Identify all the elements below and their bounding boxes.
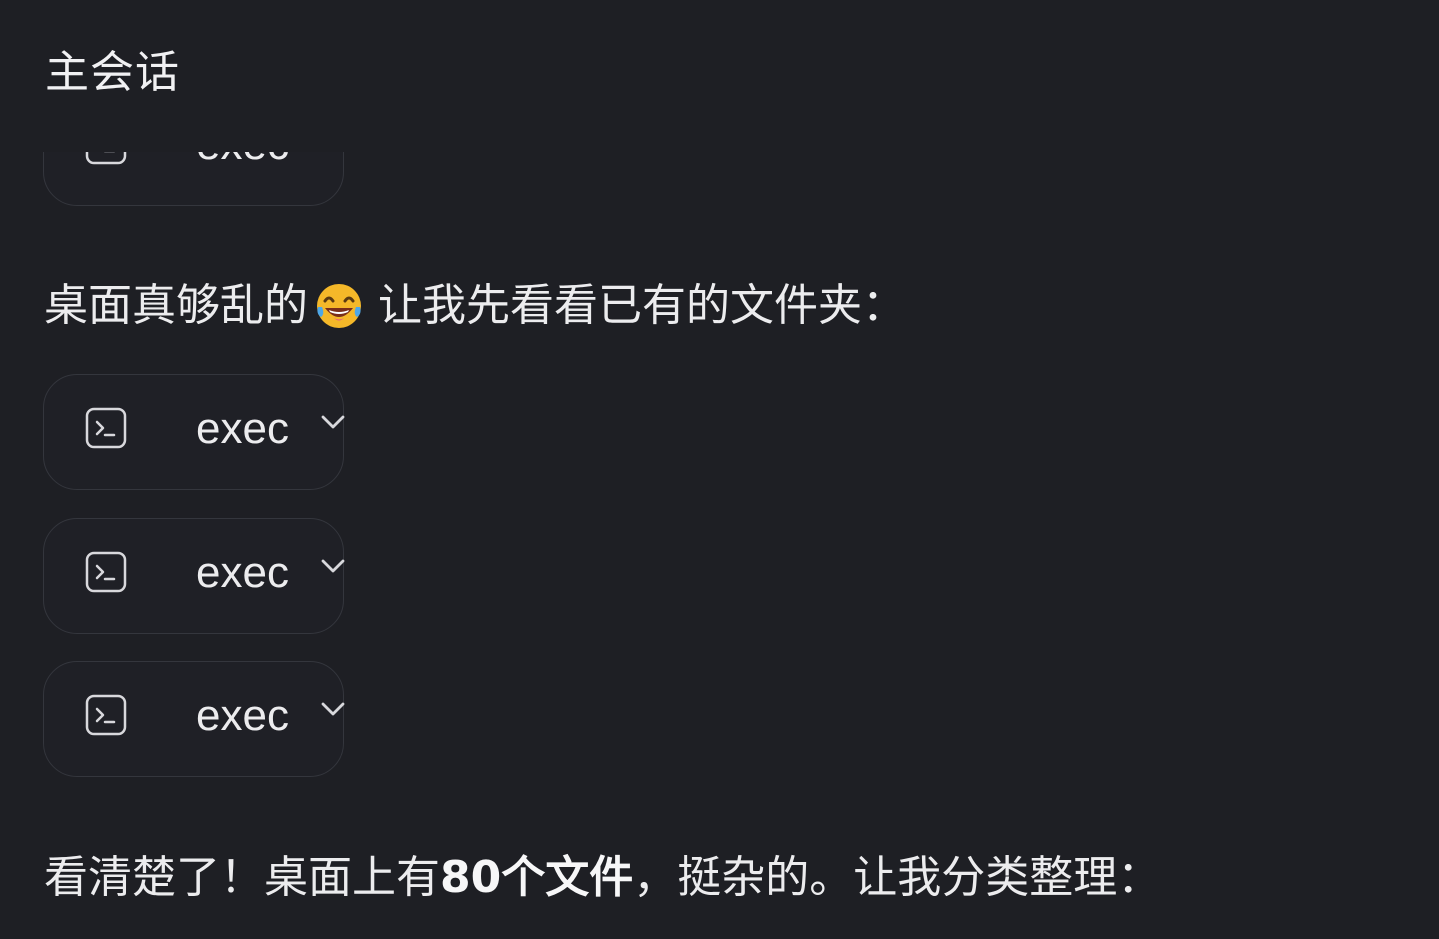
message-text: ，挺杂的。让我分类整理：: [633, 852, 1162, 903]
tool-call-card[interactable]: exec: [43, 661, 346, 777]
assistant-message: 看清楚了！桌面上有 80个文件 ，挺杂的。让我分类整理：: [44, 848, 1161, 908]
tool-call-card[interactable]: exec: [43, 518, 346, 634]
chevron-down-icon[interactable]: [320, 557, 346, 575]
chevron-down-icon[interactable]: [320, 700, 346, 718]
chevron-down-icon[interactable]: [320, 413, 346, 431]
page-title: 主会话: [45, 47, 180, 98]
tool-call-label: exec: [196, 548, 289, 597]
message-bold-text: 80个文件: [440, 852, 634, 903]
message-text: 看清楚了！桌面上有: [44, 852, 440, 903]
tool-call-label: exec: [196, 691, 289, 740]
tool-call-card[interactable]: exec: [43, 374, 346, 490]
terminal-icon: [85, 407, 127, 449]
message-text: 让我先看看已有的文件夹：: [378, 280, 906, 331]
header: 主会话: [45, 36, 180, 100]
tool-call-card[interactable]: exec: [43, 152, 344, 206]
assistant-message: 桌面真够乱的 让我先看看已有的文件夹：: [44, 276, 906, 336]
terminal-icon: [85, 694, 127, 736]
terminal-icon: [85, 551, 127, 593]
tool-call-label: exec: [196, 152, 289, 173]
face-with-tears-of-joy-icon: [317, 284, 361, 328]
message-text: 桌面真够乱的: [44, 280, 308, 331]
terminal-icon: [85, 152, 127, 165]
tool-call-label: exec: [196, 404, 289, 453]
